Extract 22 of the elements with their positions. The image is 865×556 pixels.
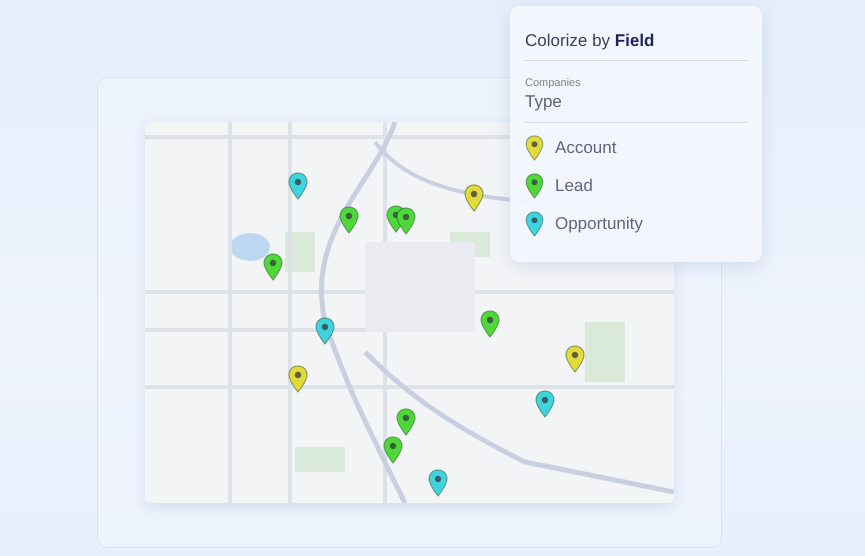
legend-label: Opportunity <box>555 214 643 234</box>
map-pin-icon[interactable] <box>288 365 308 393</box>
map-pin-icon[interactable] <box>535 390 555 418</box>
map-pin-icon[interactable] <box>339 206 359 234</box>
legend-label: Lead <box>555 176 593 196</box>
map-pin-icon[interactable] <box>263 253 283 281</box>
map-pin-icon[interactable] <box>288 172 308 200</box>
panel-title: Colorize by Field <box>525 30 656 52</box>
park-area <box>585 322 625 382</box>
field-value[interactable]: Type <box>525 92 747 116</box>
map-pin-icon[interactable] <box>383 436 403 464</box>
legend-label: Account <box>555 138 616 158</box>
field-object-label: Companies <box>525 77 582 89</box>
map-pin-icon[interactable] <box>315 317 335 345</box>
map-pin-icon[interactable] <box>480 310 500 338</box>
park-area <box>295 447 345 472</box>
map-pin-icon[interactable] <box>428 469 448 497</box>
map-pin-icon[interactable] <box>396 207 416 235</box>
map-pin-icon[interactable] <box>565 345 585 373</box>
map-pin-icon[interactable] <box>464 184 484 212</box>
map-pin-icon[interactable] <box>396 408 416 436</box>
lake <box>230 233 270 261</box>
